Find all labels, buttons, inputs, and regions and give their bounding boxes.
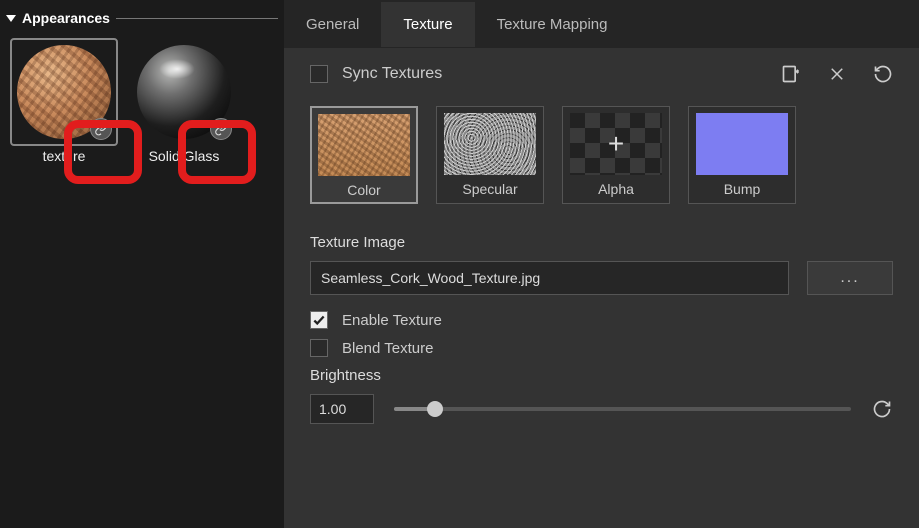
brightness-value-field[interactable]: 1.00 [310,394,374,424]
tab-bar: General Texture Texture Mapping [284,0,919,48]
channel-swatch [444,113,536,175]
enable-texture-option[interactable]: Enable Texture [310,311,893,329]
appearance-label: Solid Glass [149,148,220,164]
tab-general[interactable]: General [284,2,381,47]
close-icon[interactable] [827,64,847,84]
channel-swatch: + [570,113,662,175]
channel-swatch [696,113,788,175]
sync-textures-option[interactable]: Sync Textures [310,65,442,83]
enable-texture-checkbox[interactable] [310,311,328,329]
appearance-label: texture [43,148,86,164]
properties-panel: General Texture Texture Mapping Sync Tex… [284,0,919,528]
channel-bump[interactable]: Bump [688,106,796,204]
channel-swatch [318,114,410,176]
refresh-icon[interactable] [873,64,893,84]
channel-alpha[interactable]: + Alpha [562,106,670,204]
appearance-item-texture[interactable]: texture [10,40,118,164]
appearance-thumbnails: texture Solid Glass [6,36,278,168]
browse-button[interactable]: ... [807,261,893,295]
link-warning-icon [90,118,112,140]
texture-filename-field[interactable]: Seamless_Cork_Wood_Texture.jpg [310,261,789,295]
tab-texture-mapping[interactable]: Texture Mapping [475,2,630,47]
brightness-label: Brightness [310,367,893,384]
divider [116,18,278,19]
panel-title: Appearances [22,10,110,26]
tab-texture[interactable]: Texture [381,2,474,47]
export-icon[interactable] [781,64,801,84]
texture-image-label: Texture Image [310,234,893,251]
reset-icon[interactable] [871,398,893,420]
texture-tab-content: Sync Textures Color Specul [284,48,919,528]
blend-texture-checkbox[interactable] [310,339,328,357]
browse-button-label: ... [840,269,859,287]
channel-specular[interactable]: Specular [436,106,544,204]
appearance-item-solid-glass[interactable]: Solid Glass [130,40,238,164]
channel-label: Color [347,182,380,198]
sync-textures-checkbox[interactable] [310,65,328,83]
blend-texture-label: Blend Texture [342,340,433,357]
slider-thumb[interactable] [427,401,443,417]
panel-header[interactable]: Appearances [6,10,278,26]
brightness-slider[interactable] [394,407,851,411]
channel-color[interactable]: Color [310,106,418,204]
channel-label: Alpha [598,181,634,197]
enable-texture-label: Enable Texture [342,312,442,329]
channel-label: Bump [724,181,761,197]
sync-textures-label: Sync Textures [342,65,442,83]
appearances-panel: Appearances texture Solid Glass [0,0,284,528]
brightness-value: 1.00 [319,401,346,417]
link-warning-icon [210,118,232,140]
texture-actions [781,64,893,84]
texture-channels: Color Specular + Alpha Bump [310,106,893,204]
texture-filename-value: Seamless_Cork_Wood_Texture.jpg [321,270,540,286]
channel-label: Specular [462,181,517,197]
blend-texture-option[interactable]: Blend Texture [310,339,893,357]
collapse-triangle-icon[interactable] [6,15,16,22]
plus-icon: + [608,128,624,160]
